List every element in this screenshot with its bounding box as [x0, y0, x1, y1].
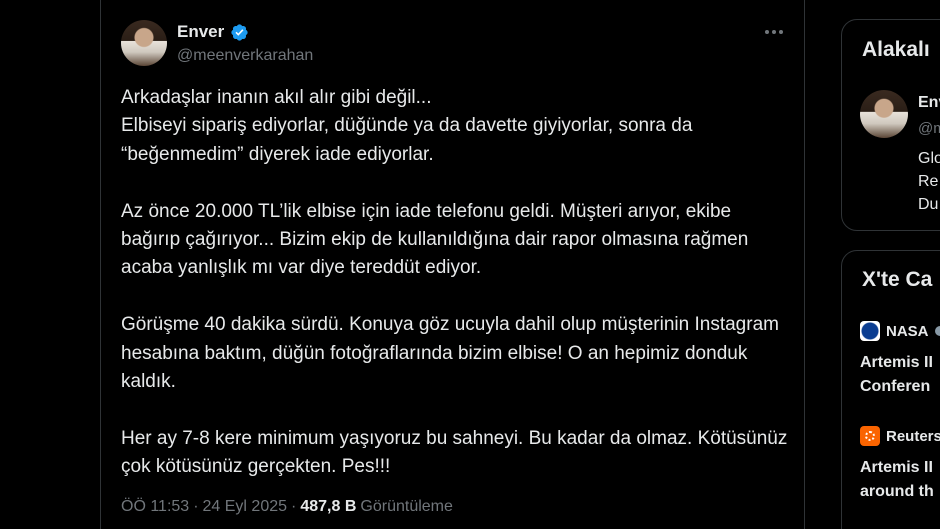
bio-line: Du	[918, 196, 939, 213]
related-account-name[interactable]: Env	[918, 94, 940, 112]
right-sidebar: Alakalı Env @m Glo Re Du X'te Ca NASA Ar…	[841, 0, 940, 529]
meta-separator: ·	[193, 498, 199, 515]
tweet-paragraph-text: Her ay 7-8 kere minimum yaşıyoruz bu sah…	[121, 427, 788, 478]
verified-badge-icon	[231, 23, 248, 41]
views-count: 487,8 B	[300, 498, 357, 515]
views-label: Görüntüleme	[360, 498, 453, 515]
tweet-paragraph: Arkadaşlar inanın akıl alır gibi değil..…	[121, 84, 791, 169]
tweet-paragraph: Her ay 7-8 kere minimum yaşıyoruz bu sah…	[121, 425, 791, 482]
trend-source-name: NASA	[886, 322, 929, 340]
tweet-detail-column: Enver @meenverkarahan Arkadaşlar inanın …	[100, 0, 805, 529]
trend-headline-line: around th	[860, 483, 934, 500]
more-options-icon[interactable]	[762, 22, 786, 42]
trend-headline[interactable]: Artemis II around th	[860, 456, 934, 504]
related-card-title: Alakalı	[862, 38, 930, 61]
trend-headline-line: Artemis II	[860, 459, 933, 476]
related-account-handle[interactable]: @m	[918, 120, 940, 137]
author-display-name[interactable]: Enver	[177, 22, 224, 42]
tweet-paragraph-text: Görüşme 40 dakika sürdü. Konuya göz ucuy…	[121, 314, 779, 393]
trends-card-title: X'te Ca	[862, 268, 933, 291]
related-accounts-card: Alakalı Env @m Glo Re Du	[841, 19, 940, 231]
trend-source[interactable]: Reuters	[860, 426, 940, 446]
tweet-paragraph: Az önce 20.000 TL’lik elbise için iade t…	[121, 198, 791, 283]
author-name-row: Enver	[177, 22, 249, 42]
reuters-logo-icon	[860, 426, 880, 446]
trend-source-name: Reuters	[886, 427, 940, 445]
related-account-bio: Glo Re Du	[918, 147, 940, 216]
trend-headline-line: Artemis II	[860, 354, 933, 371]
bio-line: Re	[918, 173, 939, 190]
bio-line: Glo	[918, 150, 940, 167]
trend-headline[interactable]: Artemis II Conferen	[860, 351, 933, 399]
author-avatar[interactable]	[121, 20, 167, 66]
related-account-avatar[interactable]	[860, 90, 908, 138]
tweet-date[interactable]: 24 Eyl 2025	[203, 498, 288, 516]
tweet-header: Enver @meenverkarahan	[121, 20, 786, 68]
tweet-paragraph: Görüşme 40 dakika sürdü. Konuya göz ucuy…	[121, 311, 791, 396]
affiliate-badge-icon	[934, 326, 940, 336]
tweet-paragraph-text: Arkadaşlar inanın akıl alır gibi değil..…	[121, 87, 693, 165]
tweet-time[interactable]: ÖÖ 11:53	[121, 498, 189, 516]
trends-card: X'te Ca NASA Artemis II Conferen Reuters…	[841, 250, 940, 529]
trend-headline-line: Conferen	[860, 378, 931, 395]
nasa-logo-icon	[860, 321, 880, 341]
tweet-meta: ÖÖ 11:53 · 24 Eyl 2025 · 487,8 B Görüntü…	[121, 498, 453, 516]
author-handle[interactable]: @meenverkarahan	[177, 47, 313, 65]
trend-source[interactable]: NASA	[860, 321, 940, 341]
tweet-text: Arkadaşlar inanın akıl alır gibi değil..…	[121, 84, 791, 482]
meta-separator: ·	[291, 498, 297, 515]
tweet-paragraph-text: Az önce 20.000 TL’lik elbise için iade t…	[121, 200, 749, 279]
